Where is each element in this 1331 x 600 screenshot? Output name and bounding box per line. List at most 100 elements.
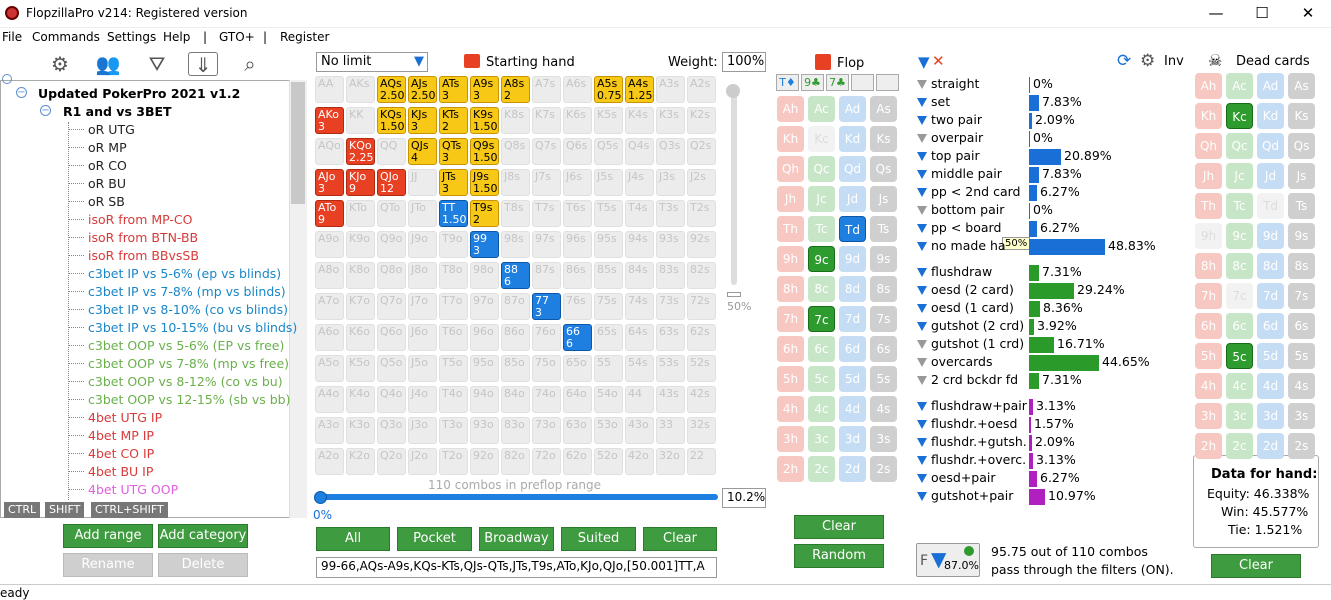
dead-card-Qc[interactable]: Qc bbox=[1226, 133, 1253, 159]
hand-cell-96o[interactable]: 96o bbox=[470, 324, 499, 351]
dead-card-6d[interactable]: 6d bbox=[1257, 313, 1284, 339]
dead-card-6s[interactable]: 6s bbox=[1288, 313, 1315, 339]
hand-cell-43o[interactable]: 43o bbox=[625, 417, 654, 444]
menu-help[interactable]: Help bbox=[163, 30, 190, 44]
hand-cell-A7o[interactable]: A7o bbox=[315, 293, 344, 320]
tree-item[interactable]: isoR from BTN-BB bbox=[88, 230, 198, 245]
tree-item[interactable]: c3bet IP vs 10-15% (bu vs blinds) bbox=[88, 320, 297, 335]
flop-card-3s[interactable]: 3s bbox=[870, 426, 897, 452]
hand-cell-73o[interactable]: 73o bbox=[532, 417, 561, 444]
dead-card-Kc[interactable]: Kc bbox=[1226, 103, 1253, 129]
hand-cell-AQs[interactable]: AQs 2.50 bbox=[377, 76, 406, 103]
dead-card-3c[interactable]: 3c bbox=[1226, 403, 1253, 429]
hand-cell-42o[interactable]: 42o bbox=[625, 448, 654, 475]
hand-cell-K4s[interactable]: K4s bbox=[625, 107, 654, 134]
hand-cell-Q7o[interactable]: Q7o bbox=[377, 293, 406, 320]
flop-card-Kd[interactable]: Kd bbox=[839, 126, 866, 152]
tree-item[interactable]: isoR from MP-CO bbox=[88, 212, 192, 227]
hand-cell-A6o[interactable]: A6o bbox=[315, 324, 344, 351]
hand-cell-T8s[interactable]: T8s bbox=[501, 200, 530, 227]
hand-cell-KQo[interactable]: KQo 2.25 bbox=[346, 138, 375, 165]
filter-row-flushdr-overc-[interactable]: flushdr.+overc. bbox=[917, 452, 1026, 467]
hand-cell-J6s[interactable]: J6s bbox=[563, 169, 592, 196]
hand-cell-86o[interactable]: 86o bbox=[501, 324, 530, 351]
hand-cell-K2s[interactable]: K2s bbox=[687, 107, 716, 134]
hand-cell-A3s[interactable]: A3s bbox=[656, 76, 685, 103]
filter-icon[interactable] bbox=[917, 98, 927, 107]
hand-cell-T5o[interactable]: T5o bbox=[439, 355, 468, 382]
dead-card-Qd[interactable]: Qd bbox=[1257, 133, 1284, 159]
refresh-icon[interactable]: ⟳ bbox=[1117, 51, 1131, 71]
filter-icon[interactable] bbox=[917, 242, 927, 251]
tree-scroll-thumb[interactable] bbox=[291, 82, 305, 204]
hand-cell-T7o[interactable]: T7o bbox=[439, 293, 468, 320]
filter-icon[interactable] bbox=[917, 456, 927, 465]
tree-item[interactable]: 4bet UTG OOP bbox=[88, 482, 178, 497]
hand-cell-J3s[interactable]: J3s bbox=[656, 169, 685, 196]
dead-card-Ah[interactable]: Ah bbox=[1195, 73, 1222, 99]
dead-card-9c[interactable]: 9c bbox=[1226, 223, 1253, 249]
filter-row-bottom-pair[interactable]: bottom pair bbox=[917, 202, 1004, 217]
hand-cell-K6s[interactable]: K6s bbox=[563, 107, 592, 134]
flop-card-Js[interactable]: Js bbox=[870, 186, 897, 212]
filter-row-overpair[interactable]: overpair bbox=[917, 130, 983, 145]
hand-cell-T9s[interactable]: T9s 2 bbox=[470, 200, 499, 227]
flop-card-Ks[interactable]: Ks bbox=[870, 126, 897, 152]
dead-card-As[interactable]: As bbox=[1288, 73, 1315, 99]
hand-cell-A3o[interactable]: A3o bbox=[315, 417, 344, 444]
flop-card-4c[interactable]: 4c bbox=[808, 396, 835, 422]
flop-card-8d[interactable]: 8d bbox=[839, 276, 866, 302]
hand-cell-65s[interactable]: 65s bbox=[594, 324, 623, 351]
hand-cell-85o[interactable]: 85o bbox=[501, 355, 530, 382]
weight-slider-thumb[interactable] bbox=[726, 84, 740, 98]
dead-card-5h[interactable]: 5h bbox=[1195, 343, 1222, 369]
hand-cell-A2s[interactable]: A2s bbox=[687, 76, 716, 103]
tree-item[interactable]: c3bet OOP vs 12-15% (sb vs bb) bbox=[88, 392, 291, 407]
hand-cell-KTs[interactable]: KTs 2 bbox=[439, 107, 468, 134]
hand-cell-Q2s[interactable]: Q2s bbox=[687, 138, 716, 165]
flop-card-Tc[interactable]: Tc bbox=[808, 216, 835, 242]
hand-cell-T7s[interactable]: T7s bbox=[532, 200, 561, 227]
board-slot[interactable]: 9♣ bbox=[801, 74, 824, 91]
hand-cell-82o[interactable]: 82o bbox=[501, 448, 530, 475]
hand-cell-T6s[interactable]: T6s bbox=[563, 200, 592, 227]
hand-cell-AJo[interactable]: AJo 3 bbox=[315, 169, 344, 196]
filter-row-overcards[interactable]: overcards bbox=[917, 354, 993, 369]
dead-card-2c[interactable]: 2c bbox=[1226, 433, 1253, 459]
dead-card-4c[interactable]: 4c bbox=[1226, 373, 1253, 399]
flop-card-5h[interactable]: 5h bbox=[777, 366, 804, 392]
hand-cell-84o[interactable]: 84o bbox=[501, 386, 530, 413]
hand-cell-Q8s[interactable]: Q8s bbox=[501, 138, 530, 165]
hand-cell-KK[interactable]: KK bbox=[346, 107, 375, 134]
tree-item[interactable]: oR BU bbox=[88, 176, 126, 191]
hand-cell-JTs[interactable]: JTs 3 bbox=[439, 169, 468, 196]
hand-cell-ATo[interactable]: ATo 9 bbox=[315, 200, 344, 227]
hand-cell-88[interactable]: 88 6 bbox=[501, 262, 530, 289]
menu-settings[interactable]: Settings bbox=[107, 30, 156, 44]
hand-cell-T5s[interactable]: T5s bbox=[594, 200, 623, 227]
board-slot[interactable] bbox=[876, 74, 899, 91]
hand-cell-T9o[interactable]: T9o bbox=[439, 231, 468, 258]
dead-card-8h[interactable]: 8h bbox=[1195, 253, 1222, 279]
flop-card-Jh[interactable]: Jh bbox=[777, 186, 804, 212]
dead-card-Tc[interactable]: Tc bbox=[1226, 193, 1253, 219]
users-icon[interactable]: 👥 bbox=[93, 52, 123, 76]
hand-cell-J2s[interactable]: J2s bbox=[687, 169, 716, 196]
filter-plus-icon[interactable]: ⛛ bbox=[142, 52, 172, 76]
filter-icon[interactable] bbox=[917, 170, 927, 179]
hand-cell-64o[interactable]: 64o bbox=[563, 386, 592, 413]
tree-item[interactable]: oR MP bbox=[88, 140, 127, 155]
filter-icon[interactable] bbox=[917, 420, 927, 429]
maximize-button[interactable]: ☐ bbox=[1239, 0, 1285, 28]
hand-cell-TT[interactable]: TT 1.50 bbox=[439, 200, 468, 227]
hand-cell-92o[interactable]: 92o bbox=[470, 448, 499, 475]
filter-row-gutshot-pair[interactable]: gutshot+pair bbox=[917, 488, 1013, 503]
tree-item[interactable]: c3bet IP vs 5-6% (ep vs blinds) bbox=[88, 266, 281, 281]
flop-card-7c[interactable]: 7c bbox=[808, 306, 835, 332]
filter-icon[interactable] bbox=[917, 304, 927, 313]
dead-card-7s[interactable]: 7s bbox=[1288, 283, 1315, 309]
menu-register[interactable]: Register bbox=[280, 30, 329, 44]
hand-cell-Q8o[interactable]: Q8o bbox=[377, 262, 406, 289]
hand-cell-85s[interactable]: 85s bbox=[594, 262, 623, 289]
hand-cell-J9s[interactable]: J9s 1.50 bbox=[470, 169, 499, 196]
